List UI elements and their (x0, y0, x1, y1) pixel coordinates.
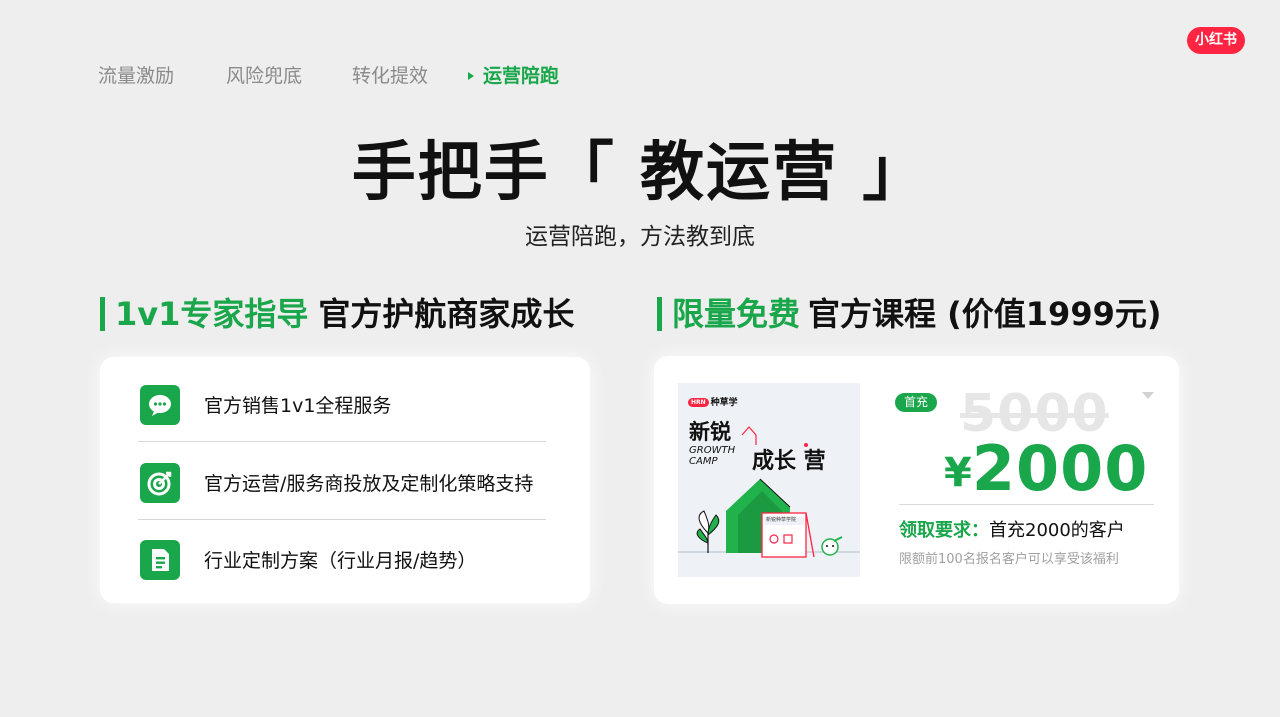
requirement-value: 首充2000的客户 (989, 520, 1125, 541)
right-section-heading: 限量免费 官方课程 (价值1999元) (657, 292, 1161, 336)
left-section-heading: 1v1专家指导 官方护航商家成长 (100, 292, 574, 336)
heading-accent-bar (100, 297, 105, 331)
divider (899, 504, 1154, 505)
xiaohongshu-logo: 小红书 (1187, 27, 1245, 54)
list-item-label: 行业定制方案（行业月报/趋势） (204, 550, 477, 572)
list-item-label: 官方运营/服务商投放及定制化策略支持 (204, 473, 534, 495)
offer-price-value: 2000 (971, 432, 1149, 505)
active-tab-indicator-icon (468, 72, 474, 80)
document-icon (140, 540, 180, 580)
heading-accent-bar (657, 297, 662, 331)
target-icon (140, 463, 180, 503)
requirement: 领取要求：首充2000的客户 (899, 519, 1125, 543)
poster-brand-text: 种草学 (710, 398, 738, 408)
poster-sign-text: 新锐种草学院 (766, 517, 797, 523)
left-heading-rest: 官方护航商家成长 (318, 295, 575, 333)
poster-camp: CAMP (689, 456, 718, 467)
list-item: 行业定制方案（行业月报/趋势） (138, 534, 546, 594)
first-recharge-badge: 首充 (895, 393, 937, 412)
growth-camp-poster: HRN 种草学 新锐 GROWTH CAMP 成长 营 新锐种草学院 (678, 383, 860, 577)
poster-brand: HRN 种草学 (688, 395, 738, 408)
page-subtitle: 运营陪跑，方法教到底 (525, 224, 755, 250)
offer-note: 限额前100名报名客户可以享受该福利 (899, 552, 1119, 567)
poster-growth-camp: GROWTH CAMP (689, 445, 735, 467)
poster-illustration (678, 426, 860, 558)
divider (138, 519, 546, 520)
page-title: 手把手「 教运营 」 (351, 136, 929, 210)
list-item-label: 官方销售1v1全程服务 (204, 395, 392, 417)
poster-growth: GROWTH (689, 445, 736, 456)
tab-conversion-boost[interactable]: 转化提效 (352, 64, 428, 88)
divider (138, 441, 546, 442)
poster-brand-pill: HRN (688, 398, 709, 407)
offer-price: ¥2000 (944, 432, 1148, 505)
caret-down-icon (1142, 392, 1154, 399)
chat-bubble-icon (140, 385, 180, 425)
right-heading-highlight: 限量免费 (672, 295, 801, 333)
expert-guidance-card: 官方销售1v1全程服务 官方运营/服务商投放及定制化策略支持 行业定制方案（行业… (100, 357, 590, 603)
list-item: 官方销售1v1全程服务 (138, 379, 546, 439)
tab-risk-guarantee[interactable]: 风险兜底 (226, 64, 302, 88)
list-item: 官方运营/服务商投放及定制化策略支持 (138, 457, 546, 517)
tab-operation-companion[interactable]: 运营陪跑 (483, 64, 559, 88)
poster-title-line1: 新锐 (689, 420, 731, 444)
left-heading-highlight: 1v1专家指导 (115, 295, 309, 333)
currency-symbol: ¥ (944, 450, 972, 496)
right-heading-rest: 官方课程 (价值1999元) (808, 295, 1162, 333)
tab-traffic-incentive[interactable]: 流量激励 (98, 64, 174, 88)
poster-title-line2: 成长 营 (752, 449, 826, 474)
requirement-label: 领取要求： (899, 520, 989, 541)
free-course-card: HRN 种草学 新锐 GROWTH CAMP 成长 营 新锐种草学院 首充 5000… (654, 356, 1179, 604)
